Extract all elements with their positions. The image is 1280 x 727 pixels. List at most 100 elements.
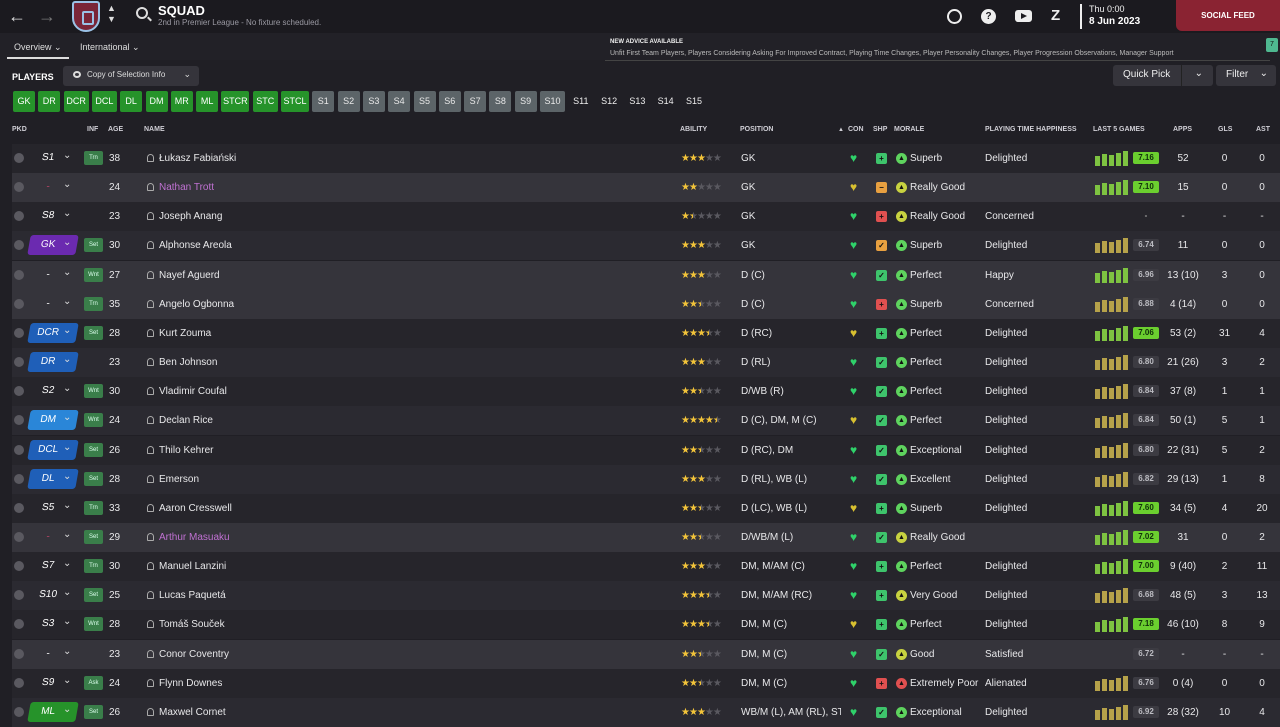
table-row[interactable]: S2 ⌄ Wnt 30 Vladimir Coufal ★★★★★ D/WB (R) ♥ ✓ ▲ P… bbox=[12, 377, 1280, 407]
chevron-down-icon[interactable]: ⌄ bbox=[1195, 68, 1203, 79]
position-button-dl[interactable]: DL bbox=[120, 91, 143, 112]
position-button-s1[interactable]: S1 bbox=[312, 91, 335, 112]
player-name[interactable]: Kurt Zouma bbox=[159, 328, 211, 339]
player-name[interactable]: Maxwel Cornet bbox=[159, 707, 226, 718]
player-name[interactable]: Ben Johnson bbox=[159, 357, 217, 368]
select-checkbox[interactable] bbox=[14, 357, 24, 368]
chevron-down-icon[interactable]: ⌄ bbox=[63, 383, 71, 394]
position-button-dr[interactable]: DR bbox=[38, 91, 61, 112]
player-name[interactable]: Joseph Anang bbox=[159, 211, 222, 222]
position-button-stcl[interactable]: STCL bbox=[281, 91, 309, 112]
col-playing-time-happiness[interactable]: PLAYING TIME HAPPINESS bbox=[985, 126, 1077, 133]
tab-international[interactable]: International ⌄ bbox=[80, 42, 140, 53]
select-checkbox[interactable] bbox=[14, 240, 24, 251]
chevron-down-icon[interactable]: ⌄ bbox=[63, 267, 71, 278]
tab-overview[interactable]: Overview ⌄ bbox=[14, 42, 62, 53]
select-checkbox[interactable] bbox=[14, 415, 24, 426]
table-row[interactable]: S5 ⌄ Trn 33 Aaron Cresswell ★★★★★ D (LC), WB (… bbox=[12, 493, 1280, 523]
player-name[interactable]: Aaron Cresswell bbox=[159, 503, 232, 514]
select-checkbox[interactable] bbox=[14, 706, 24, 717]
select-checkbox[interactable] bbox=[14, 619, 24, 630]
position-button-gk[interactable]: GK bbox=[13, 91, 35, 112]
chevron-down-icon[interactable]: ⌄ bbox=[63, 587, 71, 598]
player-name[interactable]: Conor Coventry bbox=[159, 649, 229, 660]
player-name[interactable]: Tomáš Souček bbox=[159, 619, 225, 630]
chevron-down-icon[interactable]: ⌄ bbox=[63, 150, 71, 161]
chevron-down-icon[interactable]: ⌄ bbox=[63, 442, 71, 453]
chevron-down-icon[interactable]: ⌄ bbox=[63, 412, 71, 423]
chevron-down-icon[interactable]: ⌄ bbox=[63, 471, 71, 482]
chevron-down-icon[interactable]: ⌄ bbox=[63, 704, 71, 715]
position-button-s9[interactable]: S9 bbox=[514, 91, 537, 112]
select-checkbox[interactable] bbox=[14, 444, 24, 455]
col-pkd[interactable]: PKD bbox=[12, 126, 27, 133]
chevron-up-icon[interactable]: ▲ bbox=[107, 3, 116, 14]
help-icon[interactable]: ? bbox=[981, 9, 996, 24]
z-logo-icon[interactable]: Z bbox=[1051, 7, 1060, 24]
select-checkbox[interactable] bbox=[14, 561, 24, 572]
table-row[interactable]: DM ⌄ Wnt 24 Declan Rice ★★★★★ D (C), DM, M (C)… bbox=[12, 406, 1280, 436]
chevron-down-icon[interactable]: ⌄ bbox=[63, 208, 71, 219]
chevron-down-icon[interactable]: ⌄ bbox=[63, 296, 71, 307]
position-button-s14[interactable]: S14 bbox=[653, 91, 678, 112]
position-button-s7[interactable]: S7 bbox=[464, 91, 487, 112]
chevron-down-icon[interactable]: ▼ bbox=[107, 14, 116, 25]
table-row[interactable]: S3 ⌄ Wnt 28 Tomáš Souček ★★★★★ DM, M (C) ♥ + ▲ Per… bbox=[12, 610, 1280, 640]
player-name[interactable]: Lucas Paquetá bbox=[159, 590, 226, 601]
select-checkbox[interactable] bbox=[14, 590, 24, 601]
player-name[interactable]: Flynn Downes bbox=[159, 678, 222, 689]
forward-arrow-icon[interactable]: → bbox=[38, 6, 56, 26]
position-button-dm[interactable]: DM bbox=[145, 91, 168, 112]
club-switcher[interactable]: ▲ ▼ bbox=[107, 3, 116, 25]
back-arrow-icon[interactable]: ← bbox=[8, 6, 26, 26]
col-apps[interactable]: APPS bbox=[1173, 126, 1192, 133]
table-row[interactable]: - ⌄ Set 29 Arthur Masuaku ★★★★★ D/WB/M (L) ♥ ✓ ▲ R… bbox=[12, 522, 1280, 552]
player-name[interactable]: Declan Rice bbox=[159, 415, 213, 426]
chevron-down-icon[interactable]: ⌄ bbox=[63, 325, 71, 336]
player-name[interactable]: Nayef Aguerd bbox=[159, 270, 220, 281]
select-checkbox[interactable] bbox=[14, 502, 24, 513]
club-crest-icon[interactable] bbox=[72, 1, 100, 32]
position-button-s5[interactable]: S5 bbox=[413, 91, 436, 112]
col-con[interactable]: CON bbox=[848, 126, 864, 133]
select-checkbox[interactable] bbox=[14, 677, 24, 688]
table-row[interactable]: - ⌄ Wnt 27 Nayef Aguerd ★★★★★ D (C) ♥ ✓ ▲ Perfect H… bbox=[12, 260, 1280, 290]
position-button-dcr[interactable]: DCR bbox=[63, 91, 89, 112]
position-button-s15[interactable]: S15 bbox=[682, 91, 707, 112]
table-row[interactable]: S9 ⌄ Ask 24 Flynn Downes ★★★★★ DM, M (C) ♥ + ▲ Ext… bbox=[12, 668, 1280, 698]
position-button-ml[interactable]: ML bbox=[196, 91, 219, 112]
col-morale[interactable]: MORALE bbox=[894, 126, 924, 133]
table-row[interactable]: DCR ⌄ Set 28 Kurt Zouma ★★★★★ D (RC) ♥ + ▲ Perfect… bbox=[12, 318, 1280, 348]
advice-text[interactable]: Unfit First Team Players, Players Consid… bbox=[610, 50, 1174, 57]
table-row[interactable]: DR ⌄ 23 Ben Johnson ★★★★★ D (RL) ♥ ✓ ▲ Perfect Del… bbox=[12, 348, 1280, 378]
select-checkbox[interactable] bbox=[14, 298, 24, 309]
col-gls[interactable]: GLS bbox=[1218, 126, 1232, 133]
search-icon[interactable] bbox=[136, 7, 148, 19]
select-checkbox[interactable] bbox=[14, 327, 24, 338]
col-ast[interactable]: AST bbox=[1256, 126, 1270, 133]
position-button-stc[interactable]: STC bbox=[252, 91, 278, 112]
player-name[interactable]: Vladimir Coufal bbox=[159, 386, 227, 397]
position-button-s11[interactable]: S11 bbox=[568, 91, 593, 112]
player-name[interactable]: Alphonse Areola bbox=[159, 240, 232, 251]
table-row[interactable]: DCL ⌄ Set 26 Thilo Kehrer ★★★★★ D (RC), DM ♥ ✓ ▲ E… bbox=[12, 435, 1280, 465]
table-row[interactable]: - ⌄ 23 Conor Coventry ★★★★★ DM, M (C) ♥ ✓ ▲ Good S… bbox=[12, 639, 1280, 669]
table-row[interactable]: GK ⌄ Set 30 Alphonse Areola ★★★★★ GK ♥ ✓ ▲ Superb D… bbox=[12, 231, 1280, 261]
football-icon[interactable] bbox=[947, 9, 962, 24]
position-button-mr[interactable]: MR bbox=[170, 91, 193, 112]
col-name[interactable]: NAME bbox=[144, 126, 165, 133]
chevron-down-icon[interactable]: ⌄ bbox=[63, 179, 71, 190]
select-checkbox[interactable] bbox=[14, 386, 24, 397]
select-checkbox[interactable] bbox=[14, 531, 24, 542]
player-name[interactable]: Łukasz Fabiański bbox=[159, 153, 236, 164]
position-button-s2[interactable]: S2 bbox=[337, 91, 360, 112]
col-last-5-games[interactable]: LAST 5 GAMES bbox=[1093, 126, 1145, 133]
filter-button[interactable]: Filter ⌄ bbox=[1216, 65, 1276, 86]
player-name[interactable]: Angelo Ogbonna bbox=[159, 299, 234, 310]
chevron-down-icon[interactable]: ⌄ bbox=[63, 675, 71, 686]
select-checkbox[interactable] bbox=[14, 648, 24, 659]
table-row[interactable]: - ⌄ 24 Nathan Trott ★★★★★ GK ♥ − ▲ Really Good 7.1… bbox=[12, 173, 1280, 203]
position-button-dcl[interactable]: DCL bbox=[91, 91, 117, 112]
col-shp[interactable]: SHP bbox=[873, 126, 887, 133]
chevron-down-icon[interactable]: ⌄ bbox=[63, 500, 71, 511]
